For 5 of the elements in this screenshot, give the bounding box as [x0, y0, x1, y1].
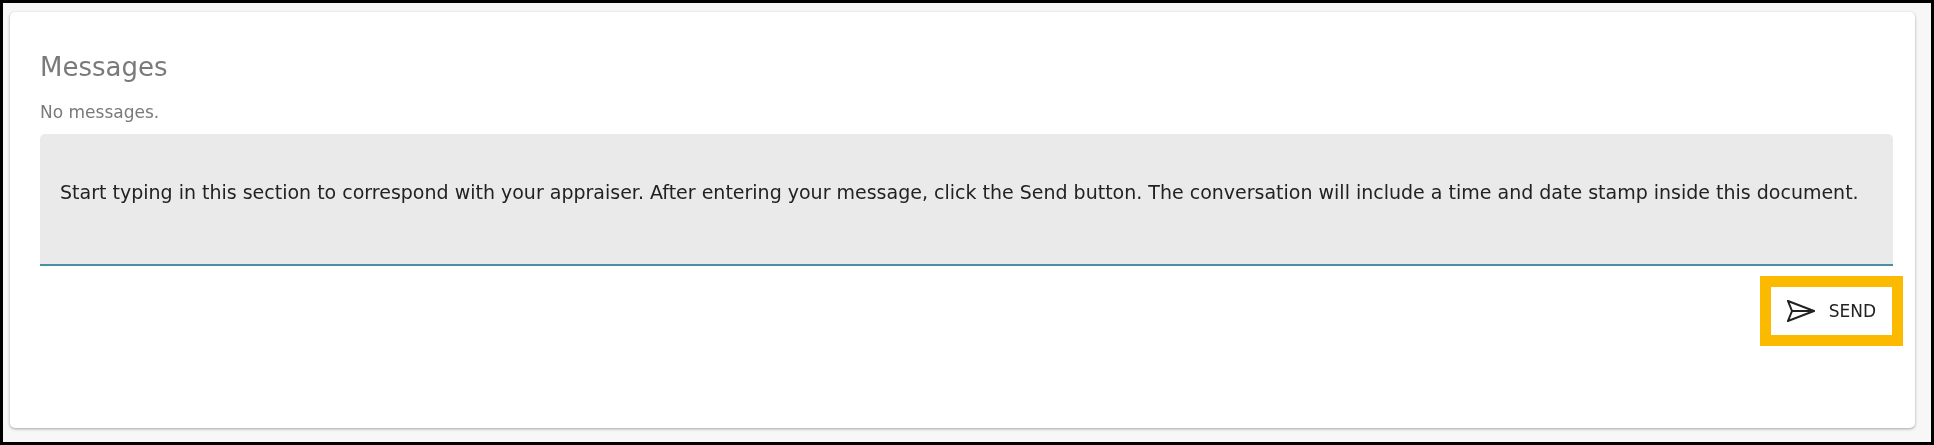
- status-text: No messages.: [40, 102, 160, 122]
- send-button[interactable]: SEND: [1759, 276, 1903, 346]
- panel-title: Messages: [40, 52, 168, 82]
- send-icon: [1786, 300, 1815, 322]
- message-field[interactable]: Start typing in this section to correspond with your appraiser. After entering your message, click the Send button. The conversation will include a time and date stamp inside this document.: [40, 134, 1893, 266]
